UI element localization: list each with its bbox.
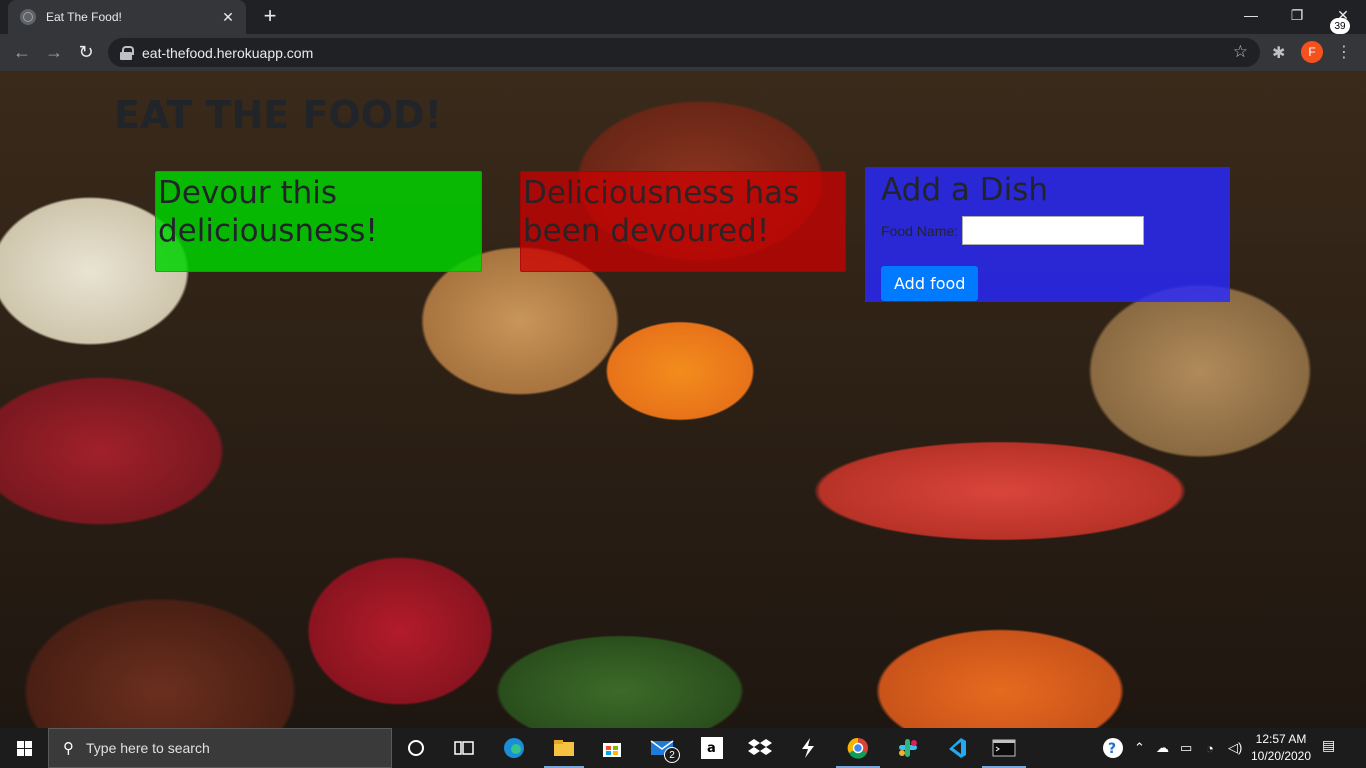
- notification-badge: 39: [1330, 18, 1350, 34]
- search-placeholder: Type here to search: [86, 740, 210, 756]
- svg-text:?: ?: [1108, 741, 1116, 757]
- terminal-icon[interactable]: [992, 736, 1016, 760]
- address-url[interactable]: eat-thefood.herokuapp.com: [142, 45, 313, 61]
- tab-close-icon[interactable]: ✕: [220, 9, 236, 26]
- tab-title: Eat The Food!: [46, 10, 122, 24]
- reload-button[interactable]: ↻: [74, 40, 98, 64]
- add-dish-card: Add a Dish Food Name: Add food: [865, 167, 1230, 302]
- food-name-row: Food Name:: [881, 216, 1214, 245]
- browser-tab[interactable]: Eat The Food! ✕: [8, 0, 246, 34]
- bookmark-star-icon[interactable]: ☆: [1233, 42, 1248, 62]
- taskbar: ⚲ Type here to search 2 a ? ⌃ ☁ ▭ ◔ ◁) 1…: [0, 728, 1366, 768]
- food-name-input[interactable]: [962, 216, 1145, 245]
- store-icon[interactable]: [600, 736, 624, 760]
- file-explorer-icon[interactable]: [552, 736, 576, 760]
- start-button[interactable]: [0, 728, 48, 768]
- globe-icon: [20, 9, 36, 25]
- new-tab-button[interactable]: +: [258, 5, 282, 27]
- onedrive-icon[interactable]: ☁: [1156, 728, 1169, 768]
- browser-tab-strip: Eat The Food! ✕ + — ❐ ✕: [0, 0, 1366, 34]
- taskbar-search[interactable]: ⚲ Type here to search: [48, 728, 392, 768]
- cortana-icon[interactable]: [404, 736, 428, 760]
- volume-icon[interactable]: ◁): [1228, 728, 1242, 768]
- browser-toolbar: ← → ↻ eat-thefood.herokuapp.com ☆ ✱: [0, 34, 1366, 71]
- amazon-icon[interactable]: a: [700, 736, 724, 760]
- clock-date: 10/20/2020: [1250, 749, 1312, 763]
- back-button[interactable]: ←: [10, 40, 34, 64]
- battery-icon[interactable]: ▭: [1180, 728, 1192, 768]
- windows-logo-icon: [16, 740, 32, 756]
- search-icon: ⚲: [63, 740, 74, 757]
- profile-avatar[interactable]: F: [1301, 41, 1323, 63]
- page-title: EAT THE FOOD!: [114, 93, 442, 137]
- devour-heading: Devour this deliciousness!: [158, 175, 378, 249]
- help-icon[interactable]: ?: [1102, 728, 1124, 768]
- maximize-button[interactable]: ❐: [1274, 0, 1320, 30]
- browser-menu-icon[interactable]: ⋮: [1336, 42, 1352, 62]
- git-icon[interactable]: [796, 736, 820, 760]
- devoured-heading: Deliciousness has been devoured!: [523, 175, 800, 249]
- svg-text:a: a: [707, 741, 716, 756]
- action-center-icon[interactable]: ▤: [1322, 737, 1344, 757]
- add-food-button[interactable]: Add food: [881, 266, 979, 301]
- task-view-icon[interactable]: [452, 736, 476, 760]
- devour-card: Devour this deliciousness!: [155, 171, 482, 272]
- devoured-card: Deliciousness has been devoured!: [520, 171, 846, 272]
- extensions-icon[interactable]: ✱: [1272, 43, 1285, 63]
- wifi-icon[interactable]: ◔: [1206, 728, 1214, 768]
- slack-icon[interactable]: [896, 736, 920, 760]
- page-viewport: EAT THE FOOD! Devour this deliciousness!…: [0, 71, 1366, 728]
- dropbox-icon[interactable]: [748, 736, 772, 760]
- forward-button[interactable]: →: [42, 40, 66, 64]
- vscode-icon[interactable]: [944, 736, 968, 760]
- tray-expand-icon[interactable]: ⌃: [1134, 728, 1145, 768]
- minimize-button[interactable]: —: [1228, 0, 1274, 30]
- taskbar-clock[interactable]: 12:57 AM 10/20/2020: [1250, 731, 1312, 765]
- address-bar[interactable]: eat-thefood.herokuapp.com ☆: [108, 38, 1260, 67]
- lock-icon[interactable]: [120, 45, 134, 60]
- chrome-icon[interactable]: [846, 736, 870, 760]
- clock-time: 12:57 AM: [1255, 732, 1307, 746]
- food-name-label: Food Name:: [881, 222, 959, 239]
- mail-badge: 2: [664, 747, 680, 763]
- edge-icon[interactable]: [502, 736, 526, 760]
- add-dish-heading: Add a Dish: [881, 172, 1049, 208]
